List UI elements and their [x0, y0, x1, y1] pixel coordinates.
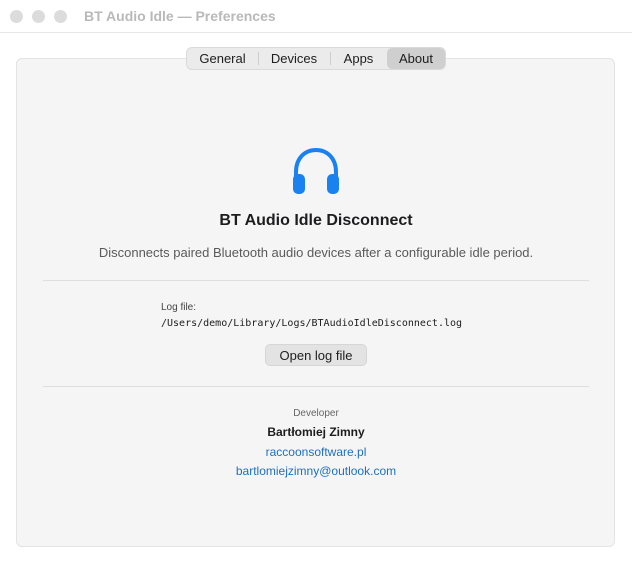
log-file-label: Log file:	[161, 302, 197, 313]
developer-label: Developer	[293, 408, 339, 419]
title-bar: BT Audio Idle — Preferences	[0, 0, 632, 33]
divider	[43, 386, 589, 387]
open-log-file-button[interactable]: Open log file	[265, 344, 367, 366]
website-link[interactable]: raccoonsoftware.pl	[266, 445, 367, 459]
minimize-window-button[interactable]	[32, 10, 45, 23]
tab-apps[interactable]: Apps	[330, 48, 387, 69]
developer-name: Bartłomiej Zimny	[267, 425, 365, 439]
tab-bar: General Devices Apps About	[186, 47, 446, 70]
window-title: BT Audio Idle — Preferences	[84, 8, 276, 24]
close-window-button[interactable]	[10, 10, 23, 23]
zoom-window-button[interactable]	[54, 10, 67, 23]
email-link-row: bartlomiejzimny@outlook.com	[0, 464, 632, 478]
app-description: Disconnects paired Bluetooth audio devic…	[98, 245, 534, 260]
email-link[interactable]: bartlomiejzimny@outlook.com	[236, 464, 396, 478]
tab-general[interactable]: General	[187, 48, 258, 69]
tab-about[interactable]: About	[387, 48, 445, 69]
divider	[43, 280, 589, 281]
website-link-row: raccoonsoftware.pl	[0, 445, 632, 459]
headphones-icon	[293, 147, 339, 194]
tab-devices[interactable]: Devices	[258, 48, 330, 69]
app-name: BT Audio Idle Disconnect	[219, 212, 413, 229]
log-file-path: /Users/demo/Library/Logs/BTAudioIdleDisc…	[161, 318, 463, 329]
preferences-window: BT Audio Idle — Preferences General Devi…	[0, 0, 632, 564]
